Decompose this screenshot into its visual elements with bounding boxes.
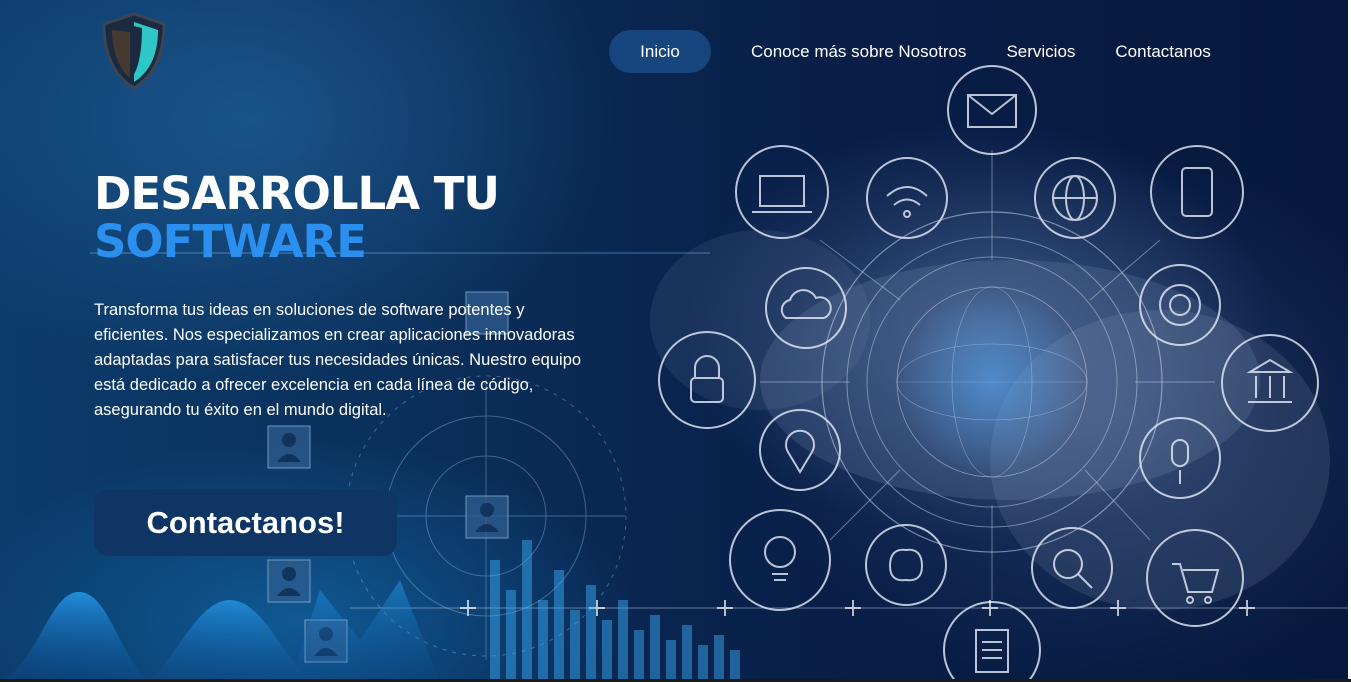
nav-conoce-nosotros[interactable]: Conoce más sobre Nosotros bbox=[751, 30, 966, 73]
main-nav: Inicio Conoce más sobre Nosotros Servici… bbox=[609, 30, 1211, 73]
hero-description: Transforma tus ideas en soluciones de so… bbox=[94, 301, 582, 419]
smartphone-icon bbox=[1150, 145, 1244, 239]
hero-title-line1: DESARROLLA TU bbox=[94, 167, 500, 220]
laptop-icon bbox=[735, 145, 829, 239]
wifi-icon bbox=[866, 157, 948, 239]
hero-title-line2: SOFTWARE bbox=[94, 215, 367, 268]
document-icon bbox=[943, 601, 1041, 682]
shield-logo-icon[interactable] bbox=[100, 12, 168, 90]
lightbulb-icon bbox=[729, 509, 831, 611]
nav-servicios[interactable]: Servicios bbox=[1006, 30, 1075, 73]
globe-icon bbox=[1034, 157, 1116, 239]
brain-icon bbox=[865, 524, 947, 606]
nav-inicio[interactable]: Inicio bbox=[609, 30, 711, 73]
envelope-icon bbox=[947, 65, 1037, 155]
contact-cta-button[interactable]: Contactanos! bbox=[94, 489, 397, 556]
hero-background: Inicio Conoce más sobre Nosotros Servici… bbox=[0, 0, 1351, 682]
nav-contactanos[interactable]: Contactanos bbox=[1115, 30, 1210, 73]
hero-headline: DESARROLLA TU SOFTWARE bbox=[94, 167, 500, 268]
